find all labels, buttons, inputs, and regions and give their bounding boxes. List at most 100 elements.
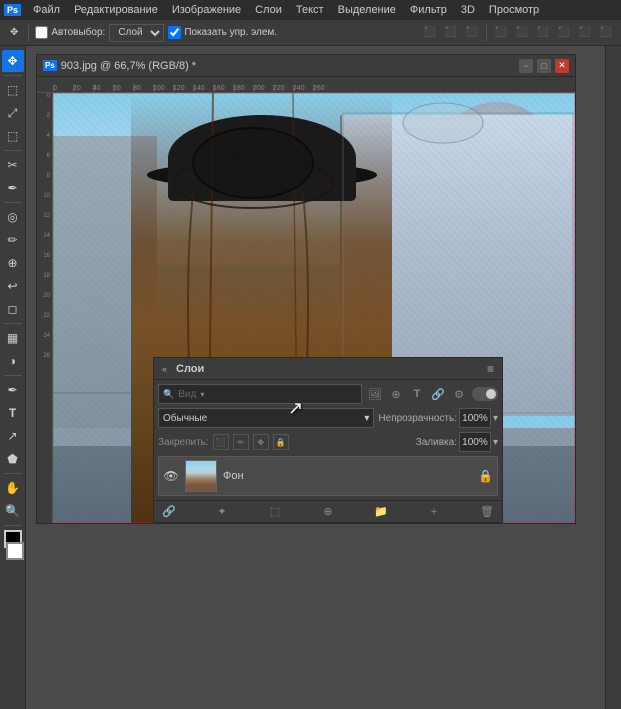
move-mode-btn[interactable]: ✥ [6, 25, 22, 40]
fill-control: Заливка: 100% ▾ [416, 432, 498, 452]
tool-sep-1 [4, 75, 22, 76]
eraser-btn[interactable]: ◻ [2, 298, 24, 320]
layer-thumb-inner [186, 461, 216, 491]
ruler-v-6: 6 [37, 153, 52, 173]
menu-select[interactable]: Выделение [332, 3, 402, 17]
layers-panel-menu-btn[interactable]: ≡ [487, 362, 494, 376]
panel-collapse-btn[interactable]: « [162, 364, 172, 374]
history-brush-btn[interactable]: ↩ [2, 275, 24, 297]
clone-btn[interactable]: ⊕ [2, 252, 24, 274]
align-center-btn[interactable]: ⬛ [442, 24, 460, 42]
opacity-label: Непрозрачность: [378, 413, 457, 424]
document-title: 903.jpg @ 66,7% (RGB/8) * [61, 60, 515, 72]
layer-visibility-toggle[interactable]: 👁 [163, 468, 179, 484]
filter-adjust-btn[interactable]: ⊕ [387, 385, 405, 403]
filter-pixel-btn[interactable]: 🖼 [366, 385, 384, 403]
spot-heal-btn[interactable]: ◎ [2, 206, 24, 228]
ruler-v-10: 10 [37, 193, 52, 213]
autoselect-checkbox[interactable] [35, 26, 48, 39]
tool-sep-4 [4, 323, 22, 324]
fill-value[interactable]: 100% [459, 432, 491, 452]
show-controls-checkbox[interactable] [168, 26, 181, 39]
blend-mode-select[interactable]: Обычные ▾ [158, 408, 374, 428]
distribute-5-btn[interactable]: ⬛ [576, 24, 594, 42]
autoselect-text: Автовыбор: [51, 27, 105, 38]
align-right-btn[interactable]: ⬛ [463, 24, 481, 42]
ruler-mark-100: 100 [153, 85, 173, 92]
layers-panel-body: 🔍 Вид ▾ 🖼 ⊕ T 🔗 ⚙ [154, 380, 502, 500]
toolbar-right-icons: ⬛ ⬛ ⬛ ⬛ ⬛ ⬛ ⬛ ⬛ ⬛ [421, 24, 615, 42]
background-color[interactable] [6, 542, 24, 560]
doc-minimize-btn[interactable]: − [519, 59, 533, 73]
eyedropper-btn[interactable]: ✒ [2, 177, 24, 199]
brush-btn[interactable]: ✏ [2, 229, 24, 251]
menu-file[interactable]: Файл [27, 3, 66, 17]
filter-toggle[interactable] [472, 387, 498, 401]
ruler-top: 0 20 40 60 80 100 120 140 160 180 200 22… [37, 77, 575, 93]
align-left-btn[interactable]: ⬛ [421, 24, 439, 42]
doc-close-btn[interactable]: ✕ [555, 59, 569, 73]
layer-select[interactable]: Слой [109, 24, 164, 42]
pen-btn[interactable]: ✒ [2, 379, 24, 401]
ruler-mark-80: 80 [133, 85, 153, 92]
layer-name: Фон [223, 470, 472, 482]
menu-filter[interactable]: Фильтр [404, 3, 453, 17]
add-mask-btn[interactable]: ⬚ [266, 503, 284, 521]
tools-panel: ✥ ⬚ ⤢ ⬚ ✂ ✒ ◎ ✏ ⊕ ↩ ◻ ▦ ◑ ✒ T ↗ ⬟ ✋ 🔍 [0, 46, 26, 709]
lasso-btn[interactable]: ⤢ [2, 102, 24, 124]
fill-dropdown-icon[interactable]: ▾ [493, 437, 498, 448]
gradient-btn[interactable]: ▦ [2, 327, 24, 349]
opacity-value[interactable]: 100% [459, 408, 491, 428]
filter-smart-btn[interactable]: ⚙ [450, 385, 468, 403]
delete-layer-btn[interactable]: 🗑 [478, 503, 496, 521]
filter-shape-btn[interactable]: 🔗 [429, 385, 447, 403]
add-adjustment-btn[interactable]: ⊕ [319, 503, 337, 521]
canvas-area[interactable]: « Слои ≡ 🔍 Вид ▾ [53, 93, 575, 523]
blend-mode-value: Обычные [163, 413, 207, 424]
add-style-btn[interactable]: ✦ [213, 503, 231, 521]
link-layers-btn[interactable]: 🔗 [160, 503, 178, 521]
add-layer-btn[interactable]: + [425, 503, 443, 521]
menu-view[interactable]: Просмотр [483, 3, 545, 17]
distribute-3-btn[interactable]: ⬛ [534, 24, 552, 42]
lock-position-btn[interactable]: ✏ [233, 434, 249, 450]
lock-artboards-btn[interactable]: ✥ [253, 434, 269, 450]
quick-select-btn[interactable]: ⬚ [2, 125, 24, 147]
shape-btn[interactable]: ⬟ [2, 448, 24, 470]
hand-btn[interactable]: ✋ [2, 477, 24, 499]
text-btn[interactable]: T [2, 402, 24, 424]
menu-layers[interactable]: Слои [249, 3, 288, 17]
distribute-6-btn[interactable]: ⬛ [597, 24, 615, 42]
opacity-dropdown-icon[interactable]: ▾ [493, 413, 498, 424]
ruler-mark-240: 240 [293, 85, 313, 92]
doc-maximize-btn[interactable]: □ [537, 59, 551, 73]
ruler-top-marks: 0 20 40 60 80 100 120 140 160 180 200 22… [53, 77, 333, 92]
add-group-btn[interactable]: 📁 [372, 503, 390, 521]
distribute-4-btn[interactable]: ⬛ [555, 24, 573, 42]
lock-all-btn[interactable]: 🔒 [273, 434, 289, 450]
lock-pixels-btn[interactable]: ⬛ [213, 434, 229, 450]
menu-image[interactable]: Изображение [166, 3, 247, 17]
opacity-control: Непрозрачность: 100% ▾ [378, 408, 498, 428]
search-dropdown-icon[interactable]: ▾ [200, 390, 204, 399]
layers-search-box[interactable]: 🔍 Вид ▾ [158, 384, 362, 404]
toolbar-sep-2 [486, 25, 487, 41]
layers-lock-row: Закрепить: ⬛ ✏ ✥ 🔒 Заливка: 100% ▾ [158, 432, 498, 452]
path-select-btn[interactable]: ↗ [2, 425, 24, 447]
move-tool-btn[interactable]: ✥ [2, 50, 24, 72]
dodge-btn[interactable]: ◑ [2, 350, 24, 372]
workspace: Ps 903.jpg @ 66,7% (RGB/8) * − □ ✕ 0 20 … [26, 46, 605, 709]
layers-filter-icons: 🖼 ⊕ T 🔗 ⚙ [366, 385, 468, 403]
layer-item-background[interactable]: 👁 Фон 🔒 [158, 456, 498, 496]
ruler-mark-40: 40 [93, 85, 113, 92]
distribute-1-btn[interactable]: ⬛ [492, 24, 510, 42]
menu-3d[interactable]: 3D [455, 3, 481, 17]
crop-btn[interactable]: ✂ [2, 154, 24, 176]
menu-edit[interactable]: Редактирование [68, 3, 164, 17]
menu-text[interactable]: Текст [290, 3, 330, 17]
ruler-v-20: 20 [37, 293, 52, 313]
distribute-2-btn[interactable]: ⬛ [513, 24, 531, 42]
rectangular-marquee-btn[interactable]: ⬚ [2, 79, 24, 101]
zoom-btn[interactable]: 🔍 [2, 500, 24, 522]
filter-text-btn[interactable]: T [408, 385, 426, 403]
